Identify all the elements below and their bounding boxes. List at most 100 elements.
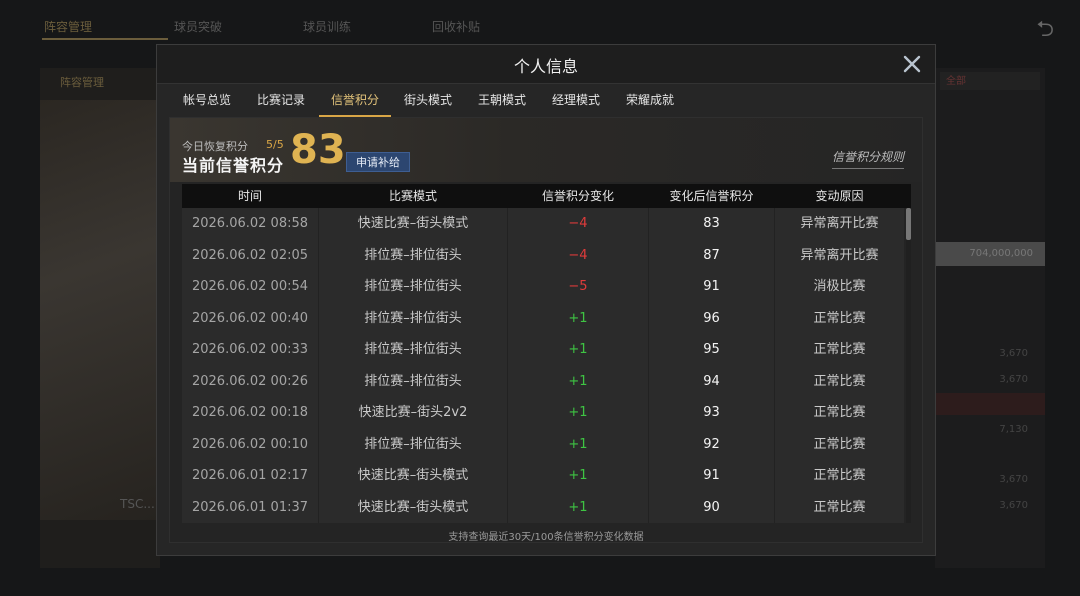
table-row: 2026.06.02 08:58 快速比赛–街头模式 −4 83 异常离开比赛 xyxy=(182,208,904,240)
query-limit-note: 支持查询最近30天/100条信誉积分变化数据 xyxy=(448,532,644,543)
cell-time: 2026.06.02 00:18 xyxy=(191,405,309,420)
close-icon xyxy=(903,55,921,73)
cell-mode: 排位赛–排位街头 xyxy=(364,279,462,294)
cell-mode: 快速比赛–街头模式 xyxy=(357,499,469,515)
bg-right-value: 3,670 xyxy=(999,500,1028,511)
daily-recover-count: 5/5 xyxy=(266,138,284,151)
current-score-value: 83 xyxy=(290,127,346,173)
credit-history-table: 时间 比赛模式 信誉积分变化 变化后信誉积分 变动原因 2026.06.02 0… xyxy=(182,184,911,523)
cell-reason: 消极比赛 xyxy=(813,279,866,294)
cell-time: 2026.06.02 00:26 xyxy=(191,373,309,389)
dialog-title: 个人信息 xyxy=(513,57,578,76)
personal-info-dialog: 个人信息 帐号总览 比赛记录 信誉积分 街头模式 王朝模式 经理模式 荣耀成就 … xyxy=(156,44,936,556)
cell-mode: 排位赛–排位街头 xyxy=(364,342,462,357)
cell-score-change: +1 xyxy=(568,499,588,515)
bg-right-value: 7,130 xyxy=(999,424,1028,435)
bg-player-text: TSC... xyxy=(120,497,155,511)
bg-tab-lineup: 阵容管理 xyxy=(44,20,93,34)
cell-time: 2026.06.01 01:37 xyxy=(191,499,309,515)
cell-score-change: −4 xyxy=(568,216,588,231)
header-reason: 变动原因 xyxy=(815,189,864,203)
cell-time: 2026.06.02 02:05 xyxy=(191,247,309,263)
dialog-header: 个人信息 xyxy=(157,45,935,84)
bg-subtab: 阵容管理 xyxy=(60,76,104,89)
cell-score-change: −5 xyxy=(568,279,588,294)
credit-score-panel: 今日恢复积分 5/5 当前信誉积分 83 申请补给 信誉积分规则 时间 比赛模式… xyxy=(169,117,923,543)
table-row: 2026.06.02 00:26 排位赛–排位街头 +1 94 正常比赛 xyxy=(182,366,904,398)
cell-time: 2026.06.02 08:58 xyxy=(191,216,309,231)
cell-reason: 正常比赛 xyxy=(813,342,866,357)
header-delta: 信誉积分变化 xyxy=(541,189,614,203)
header-time: 时间 xyxy=(237,189,262,203)
cell-mode: 排位赛–排位街头 xyxy=(364,436,462,452)
table-row: 2026.06.02 00:54 排位赛–排位街头 −5 91 消极比赛 xyxy=(182,271,904,303)
bg-right-value: 3,670 xyxy=(999,474,1028,485)
cell-reason: 异常离开比赛 xyxy=(800,216,879,231)
apply-supply-button[interactable]: 申请补给 xyxy=(346,152,410,172)
credit-rules-link[interactable]: 信誉积分规则 xyxy=(831,148,904,169)
cell-score-change: +1 xyxy=(568,373,588,389)
table-header: 时间 比赛模式 信誉积分变化 变化后信誉积分 变动原因 xyxy=(182,184,911,208)
cell-score-after: 95 xyxy=(703,342,720,357)
cell-time: 2026.06.02 00:40 xyxy=(191,310,309,326)
cell-score-change: +1 xyxy=(568,405,588,420)
scrollbar-thumb[interactable] xyxy=(906,208,911,240)
cell-time: 2026.06.02 00:54 xyxy=(191,279,309,294)
background-top-tabs: 阵容管理 球员突破 球员训练 回收补贴 ⮌ xyxy=(0,0,1080,42)
cell-score-after: 91 xyxy=(703,468,720,483)
tab-manager-mode[interactable]: 经理模式 xyxy=(551,91,601,117)
header-after: 变化后信誉积分 xyxy=(669,189,754,203)
tab-honor-achievements[interactable]: 荣耀成就 xyxy=(625,91,675,117)
table-scrollbar[interactable] xyxy=(906,208,911,523)
bg-tab-underline xyxy=(42,38,168,40)
header-mode: 比赛模式 xyxy=(388,189,437,203)
bg-highlight-row xyxy=(935,393,1045,415)
cell-reason: 正常比赛 xyxy=(813,499,866,515)
cell-score-after: 96 xyxy=(703,310,720,326)
cell-score-after: 90 xyxy=(703,499,720,515)
table-row: 2026.06.01 02:17 快速比赛–街头模式 +1 91 正常比赛 xyxy=(182,460,904,492)
cell-mode: 排位赛–排位街头 xyxy=(364,310,462,326)
table-row: 2026.06.02 00:18 快速比赛–街头2v2 +1 93 正常比赛 xyxy=(182,397,904,429)
cell-time: 2026.06.02 00:33 xyxy=(191,342,309,357)
cell-score-after: 87 xyxy=(703,247,720,263)
cell-score-after: 91 xyxy=(703,279,720,294)
cell-reason: 正常比赛 xyxy=(813,468,866,483)
bg-filter-select: 全部 xyxy=(940,72,1040,90)
table-row: 2026.06.02 02:05 排位赛–排位街头 −4 87 异常离开比赛 xyxy=(182,240,904,272)
table-row: 2026.06.02 00:33 排位赛–排位街头 +1 95 正常比赛 xyxy=(182,334,904,366)
background-right-panel xyxy=(935,68,1045,568)
cell-score-change: +1 xyxy=(568,342,588,357)
table-row: 2026.06.02 00:40 排位赛–排位街头 +1 96 正常比赛 xyxy=(182,303,904,335)
cell-score-after: 93 xyxy=(703,405,720,420)
cell-reason: 正常比赛 xyxy=(813,310,866,326)
cell-reason: 正常比赛 xyxy=(813,405,866,420)
bg-tab-recycle: 回收补贴 xyxy=(432,20,481,34)
cell-score-change: −4 xyxy=(568,247,588,263)
cell-mode: 快速比赛–街头模式 xyxy=(357,216,469,231)
cell-score-change: +1 xyxy=(568,310,588,326)
cell-mode: 快速比赛–街头2v2 xyxy=(358,405,468,420)
cell-time: 2026.06.01 02:17 xyxy=(191,468,309,483)
table-row: 2026.06.01 01:37 快速比赛–街头模式 +1 90 正常比赛 xyxy=(182,492,904,524)
tab-credit-score[interactable]: 信誉积分 xyxy=(319,91,391,117)
cell-mode: 排位赛–排位街头 xyxy=(364,247,462,263)
bg-right-value: 3,670 xyxy=(999,348,1028,359)
tab-street-mode[interactable]: 街头模式 xyxy=(403,91,453,117)
table-body[interactable]: 2026.06.02 08:58 快速比赛–街头模式 −4 83 异常离开比赛 2026.… xyxy=(182,208,904,523)
tab-match-records[interactable]: 比赛记录 xyxy=(256,91,306,117)
tab-dynasty-mode[interactable]: 王朝模式 xyxy=(477,91,527,117)
cell-score-change: +1 xyxy=(568,468,588,483)
cell-mode: 快速比赛–街头模式 xyxy=(357,468,469,483)
back-arrow-icon: ⮌ xyxy=(1036,17,1054,42)
cell-score-after: 92 xyxy=(703,436,720,452)
cell-score-after: 94 xyxy=(703,373,720,389)
cell-time: 2026.06.02 00:10 xyxy=(191,436,309,452)
close-button[interactable] xyxy=(899,51,925,77)
bg-right-value: 3,670 xyxy=(999,374,1028,385)
cell-reason: 异常离开比赛 xyxy=(800,247,879,263)
tab-account-overview[interactable]: 帐号总览 xyxy=(182,91,232,117)
bg-tab-training: 球员训练 xyxy=(303,20,352,34)
cell-mode: 排位赛–排位街头 xyxy=(364,373,462,389)
cell-score-after: 83 xyxy=(703,216,720,231)
